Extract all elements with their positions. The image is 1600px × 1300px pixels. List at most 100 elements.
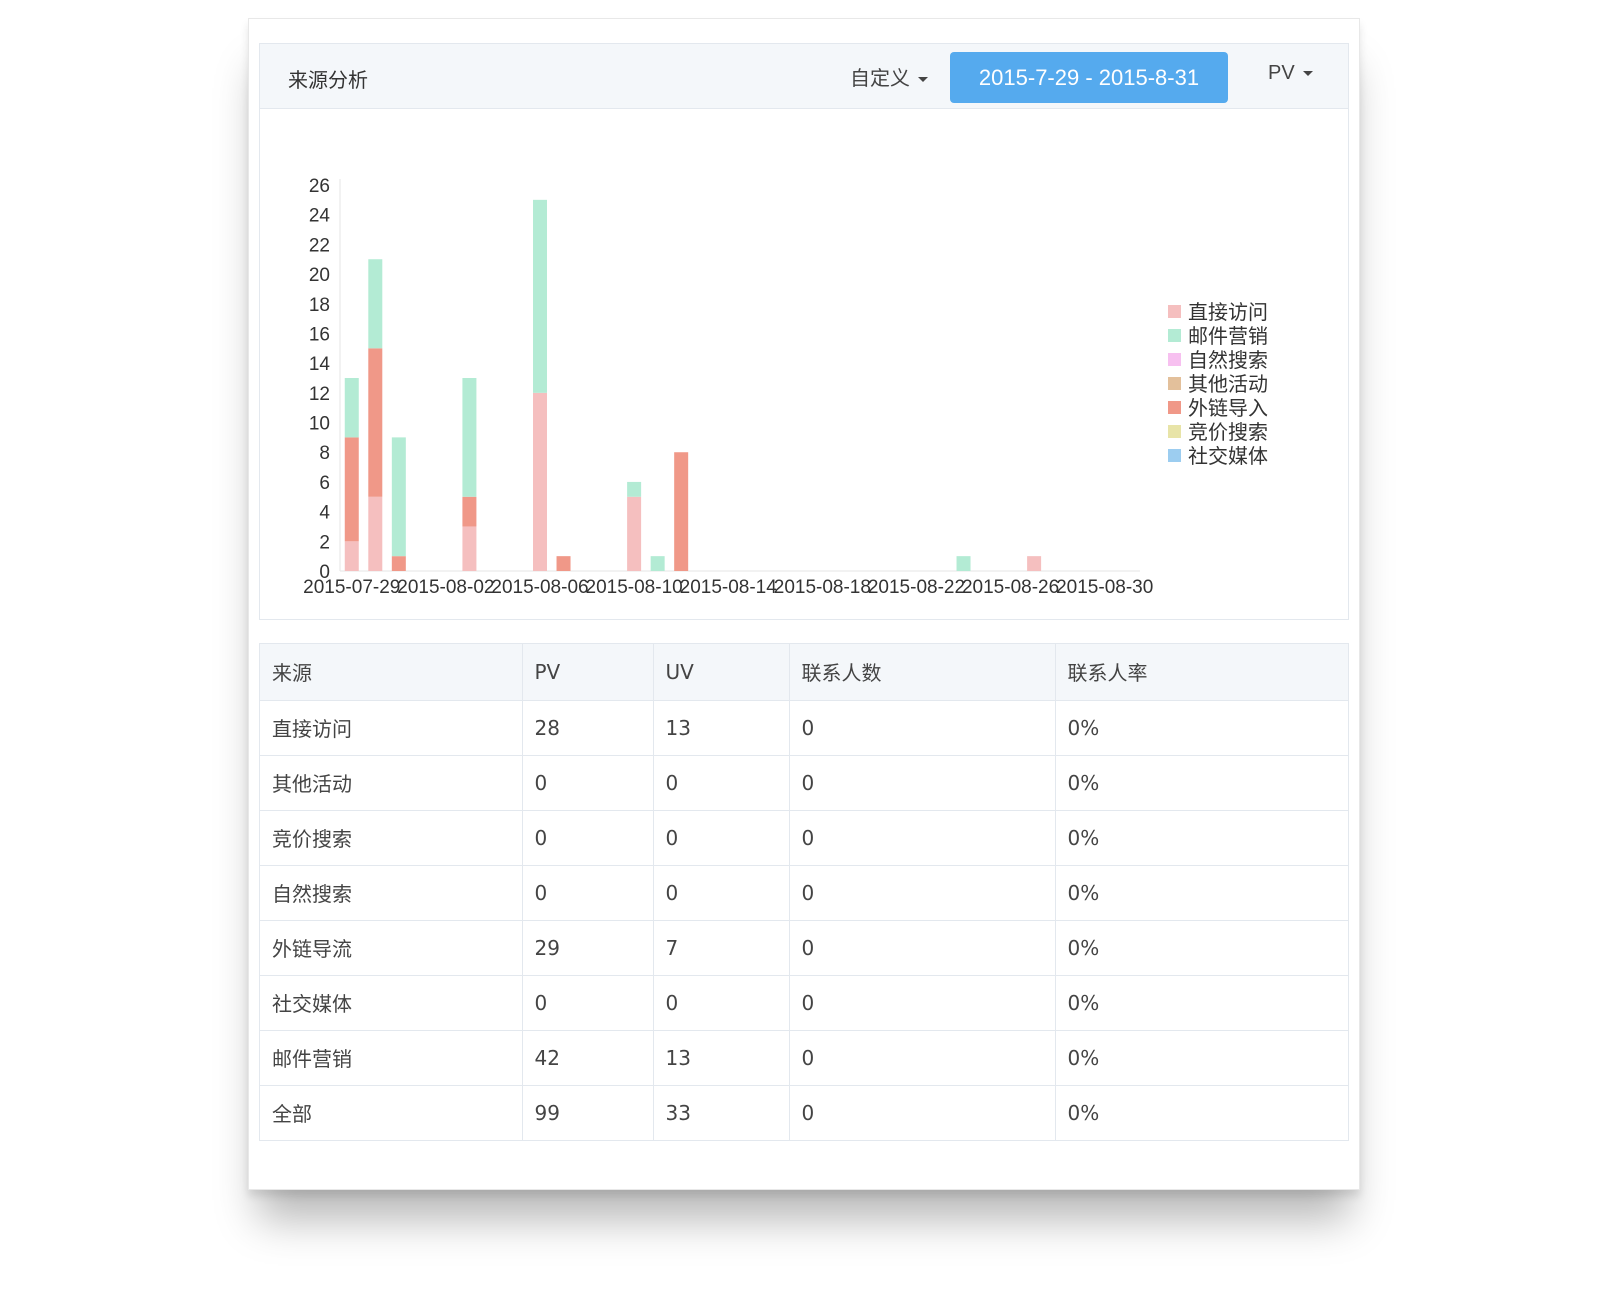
bar-segment: [533, 199, 547, 393]
table-cell: 其他活动: [260, 755, 523, 811]
report-card: 来源分析 自定义 2015-7-29 - 2015-8-31 PV 0 2 4 6 8 1…: [248, 18, 1360, 1190]
table-cell: 0%: [1055, 920, 1348, 976]
y-tick-label: 18: [309, 295, 330, 316]
y-tick-label: 4: [319, 503, 330, 524]
table-cell: 0: [653, 865, 790, 921]
table-cell: 7: [653, 920, 790, 976]
table-row: 全部 99 33 0 0%: [260, 1085, 1348, 1140]
table-cell: 社交媒体: [260, 975, 523, 1031]
legend-swatch: [1168, 329, 1181, 342]
bar-segment: [674, 452, 689, 571]
table-row: 外链导流 29 7 0 0%: [260, 920, 1348, 976]
legend-label: 其他活动: [1188, 372, 1268, 396]
bar-segment: [462, 526, 477, 571]
table-cell: 29: [522, 920, 654, 976]
table-cell: 0: [522, 755, 654, 811]
table-row: 自然搜索 0 0 0 0%: [260, 865, 1348, 921]
y-tick-label: 6: [319, 473, 330, 494]
table-cell: 0: [789, 975, 1056, 1031]
x-tick-label: 2015-08-18: [774, 577, 871, 598]
table-cell: 0: [789, 1030, 1056, 1086]
table-cell: 0%: [1055, 975, 1348, 1031]
table-cell: 0: [522, 810, 654, 866]
x-tick-label: 2015-08-02: [397, 577, 494, 598]
y-tick-label: 16: [309, 324, 330, 345]
bar-segment: [627, 481, 642, 497]
y-tick-label: 10: [309, 414, 330, 435]
x-tick-label: 2015-08-26: [962, 577, 1059, 598]
legend-label: 自然搜索: [1188, 348, 1268, 372]
panel-title: 来源分析: [288, 68, 368, 92]
table-cell: 0%: [1055, 810, 1348, 866]
range-mode-dropdown[interactable]: 自定义: [850, 62, 928, 91]
table-cell: 0: [653, 810, 790, 866]
metric-dropdown[interactable]: PV: [1268, 62, 1313, 85]
table-cell: 42: [522, 1030, 654, 1086]
table-cell: 直接访问: [260, 700, 523, 756]
metric-label: PV: [1268, 62, 1295, 84]
legend-swatch: [1168, 401, 1181, 414]
column-header: 联系人率: [1055, 644, 1348, 701]
table-cell: 0: [789, 700, 1056, 756]
date-range-button[interactable]: 2015-7-29 - 2015-8-31: [950, 52, 1228, 103]
panel-header: 来源分析 自定义 2015-7-29 - 2015-8-31 PV: [260, 44, 1348, 109]
table-cell: 0%: [1055, 700, 1348, 756]
bar-segment: [344, 541, 359, 571]
table-cell: 0: [789, 920, 1056, 976]
y-tick-label: 8: [319, 443, 330, 464]
column-header: 联系人数: [789, 644, 1056, 701]
table-header-row: 来源 PV UV 联系人数 联系人率: [260, 644, 1348, 701]
legend-swatch: [1168, 377, 1181, 390]
legend-swatch: [1168, 305, 1181, 318]
column-header: 来源: [260, 644, 523, 701]
bar-segment: [368, 348, 383, 497]
table-cell: 13: [653, 1030, 790, 1086]
bar-segment: [368, 496, 383, 571]
x-tick-label: 2015-08-10: [586, 577, 683, 598]
bar-segment: [344, 378, 359, 438]
table-cell: 0: [789, 865, 1056, 921]
table-row: 其他活动 0 0 0 0%: [260, 755, 1348, 811]
legend-label: 直接访问: [1188, 300, 1268, 324]
caret-down-icon: [1302, 71, 1313, 77]
bar-segment: [533, 392, 547, 571]
bar-segment: [344, 437, 359, 542]
bar-segment: [462, 378, 477, 497]
table-row: 社交媒体 0 0 0 0%: [260, 975, 1348, 1031]
source-table: 来源 PV UV 联系人数 联系人率 直接访问 28 13 0 0% 其他活动 0 0 0 0% 竞价搜索 0…: [259, 643, 1349, 1141]
x-tick-label: 2015-07-29: [303, 577, 400, 598]
legend-swatch: [1168, 425, 1181, 438]
legend-label: 外链导入: [1188, 396, 1268, 420]
source-bar-chart: 024681012141618202224262015-07-292015-08…: [303, 176, 1268, 598]
table-cell: 0: [653, 975, 790, 1031]
table-cell: 自然搜索: [260, 865, 523, 921]
table-cell: 0: [789, 810, 1056, 866]
caret-down-icon: [918, 77, 928, 82]
table-row: 竞价搜索 0 0 0 0%: [260, 810, 1348, 866]
bar-segment: [368, 259, 383, 349]
table-body: 直接访问 28 13 0 0% 其他活动 0 0 0 0% 竞价搜索 0 0 0 0% 自然搜索 0 0 0 0% 外链…: [260, 700, 1348, 1140]
bar-segment: [391, 437, 406, 557]
bar-segment: [956, 556, 971, 571]
x-tick-label: 2015-08-22: [868, 577, 965, 598]
x-tick-label: 2015-08-06: [491, 577, 588, 598]
y-tick-label: 26: [309, 176, 330, 197]
table-cell: 0: [522, 865, 654, 921]
range-mode-label: 自定义: [850, 66, 910, 90]
table-cell: 0%: [1055, 755, 1348, 811]
bar-segment: [391, 556, 406, 571]
table-cell: 13: [653, 700, 790, 756]
table-cell: 竞价搜索: [260, 810, 523, 866]
y-tick-label: 20: [309, 265, 330, 286]
bar-segment: [462, 496, 477, 527]
bar-segment: [556, 556, 571, 571]
table-cell: 0%: [1055, 1030, 1348, 1086]
legend-swatch: [1168, 449, 1181, 462]
source-analysis-panel: 来源分析 自定义 2015-7-29 - 2015-8-31 PV 024681…: [259, 43, 1349, 620]
y-tick-label: 14: [309, 354, 331, 375]
y-tick-label: 2: [319, 532, 330, 553]
table-cell: 0%: [1067, 1100, 1100, 1125]
table-cell: 0: [653, 755, 790, 811]
x-tick-label: 2015-08-14: [680, 577, 778, 598]
table-cell: 外链导流: [260, 920, 523, 976]
